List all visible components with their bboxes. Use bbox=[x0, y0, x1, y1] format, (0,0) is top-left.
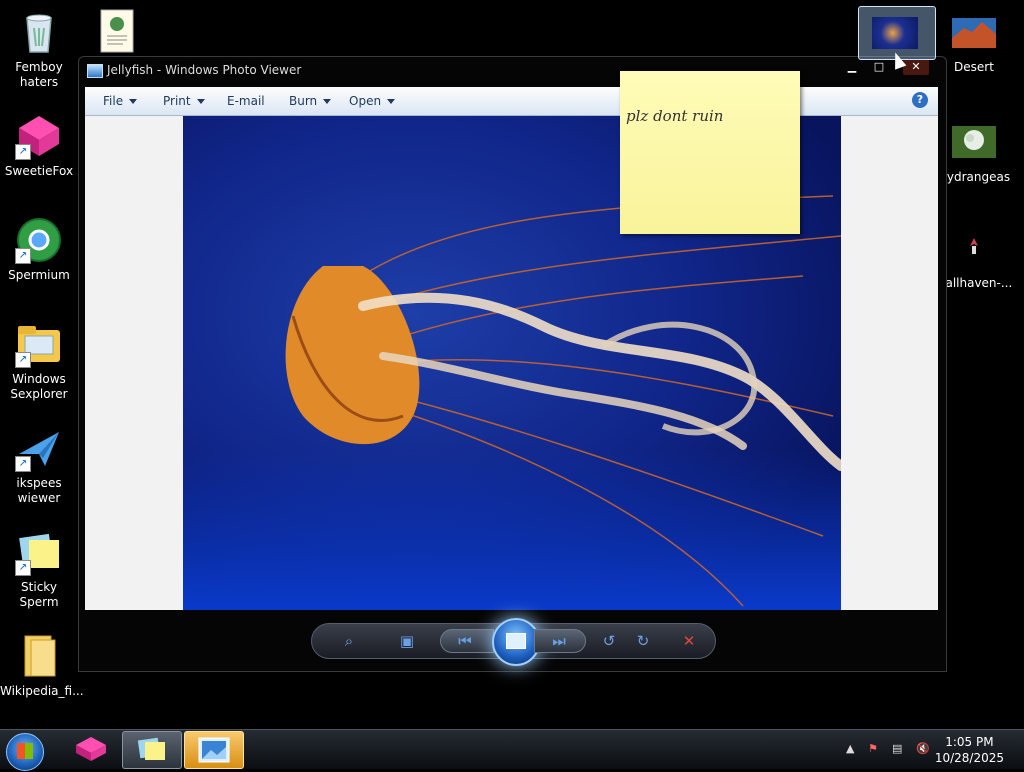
next-icon[interactable]: ⏭ bbox=[548, 630, 570, 652]
sweetiefox-app-icon: ↗ bbox=[15, 112, 63, 160]
image-file-icon bbox=[950, 224, 998, 272]
desktop-icon-spermium[interactable]: ↗ Spermium bbox=[0, 216, 78, 283]
rotate-left-icon[interactable]: ↺ bbox=[598, 630, 620, 652]
minimize-button[interactable]: ▁ bbox=[839, 59, 865, 75]
desktop-icon-sweetiefox[interactable]: ↗ SweetieFox bbox=[0, 112, 78, 179]
photo-viewer-icon bbox=[87, 64, 103, 78]
desktop-icon-label: SweetieFox bbox=[4, 164, 74, 178]
shortcut-arrow-icon: ↗ bbox=[15, 248, 31, 264]
menu-open-label: Open bbox=[349, 94, 382, 108]
document-icon bbox=[93, 8, 141, 56]
recycle-bin-icon bbox=[15, 8, 63, 56]
desktop-icon-label: Femboy haters bbox=[15, 60, 63, 89]
image-file-icon bbox=[950, 118, 998, 166]
sticky-notes-icon: ↗ bbox=[15, 528, 63, 576]
browser-icon: ↗ bbox=[15, 216, 63, 264]
menu-print-label: Print bbox=[163, 94, 191, 108]
sweetiefox-app-icon bbox=[76, 737, 106, 761]
menu-open[interactable]: Open bbox=[349, 94, 396, 108]
desktop-icon-label: Spermium bbox=[8, 268, 70, 282]
menu-burn[interactable]: Burn bbox=[289, 94, 332, 108]
desktop-icon-document[interactable] bbox=[78, 8, 156, 60]
taskbar-sweetiefox[interactable] bbox=[62, 731, 120, 767]
photo-viewer-window: Jellyfish - Windows Photo Viewer ▁ □ ✕ F… bbox=[78, 56, 947, 672]
desktop-icon-windows-explorer[interactable]: ↗ Windows Sexplorer bbox=[0, 320, 78, 402]
playback-controls: ⌕ ▣ ⏮ ⏭ ↺ ↻ ✕ bbox=[311, 618, 716, 666]
menu-email[interactable]: E-mail bbox=[227, 94, 265, 108]
shortcut-arrow-icon: ↗ bbox=[15, 456, 31, 472]
menu-burn-label: Burn bbox=[289, 94, 318, 108]
desktop-icon-recycle-bin[interactable]: Femboy haters bbox=[0, 8, 78, 90]
thumbnail-image bbox=[872, 17, 918, 49]
sticky-notes-icon bbox=[137, 737, 165, 760]
desktop-icon-label: ikspees wiewer bbox=[16, 476, 62, 505]
desktop-icon-xps-viewer[interactable]: ↗ ikspees wiewer bbox=[0, 424, 78, 506]
chevron-down-icon bbox=[387, 99, 396, 104]
desktop-icon-label: Sticky Sperm bbox=[19, 580, 59, 609]
menu-bar: File Print E-mail Burn Open ? bbox=[85, 87, 938, 116]
desktop-icon-wikipedia-folder[interactable]: Wikipedia_fi... bbox=[0, 632, 84, 699]
sticky-note-text[interactable]: plz dont ruin bbox=[626, 107, 723, 125]
desktop-icon-label: Windows Sexplorer bbox=[10, 372, 68, 401]
clock-date: 10/28/2025 bbox=[934, 751, 1004, 765]
chevron-down-icon bbox=[129, 99, 138, 104]
window-title: Jellyfish - Windows Photo Viewer bbox=[107, 63, 302, 77]
menu-email-label: E-mail bbox=[227, 94, 265, 108]
menu-print[interactable]: Print bbox=[163, 94, 205, 108]
volume-muted-icon[interactable]: 🔇 bbox=[916, 742, 930, 755]
maximize-button[interactable]: □ bbox=[866, 59, 892, 75]
taskbar: ▲ ⚑ ▤ 🔇 1:05 PM 10/28/2025 bbox=[0, 729, 1024, 771]
previous-icon[interactable]: ⏮ bbox=[454, 630, 476, 652]
desktop-icon-label: Wikipedia_fi... bbox=[0, 684, 84, 698]
shortcut-arrow-icon: ↗ bbox=[15, 144, 31, 160]
windows-logo-icon bbox=[17, 743, 33, 759]
folder-icon bbox=[15, 632, 63, 680]
actual-size-icon[interactable]: ▣ bbox=[396, 630, 418, 652]
clock[interactable]: 1:05 PM 10/28/2025 bbox=[935, 734, 1004, 766]
shortcut-arrow-icon: ↗ bbox=[15, 352, 31, 368]
menu-file-label: File bbox=[103, 94, 124, 108]
sticky-note[interactable]: plz dont ruin bbox=[620, 71, 800, 234]
rotate-right-icon[interactable]: ↻ bbox=[632, 630, 654, 652]
slideshow-button[interactable] bbox=[492, 618, 540, 666]
title-bar[interactable]: Jellyfish - Windows Photo Viewer bbox=[79, 57, 946, 85]
desktop-icon-sticky-notes[interactable]: ↗ Sticky Sperm bbox=[0, 528, 78, 610]
chevron-down-icon bbox=[323, 99, 332, 104]
show-hidden-icons-icon[interactable]: ▲ bbox=[846, 742, 854, 755]
chevron-down-icon bbox=[196, 99, 205, 104]
shortcut-arrow-icon: ↗ bbox=[15, 560, 31, 576]
slideshow-icon bbox=[506, 633, 526, 649]
image-file-icon bbox=[950, 8, 998, 56]
photo-viewer-icon bbox=[198, 737, 230, 763]
delete-icon[interactable]: ✕ bbox=[678, 630, 700, 652]
help-icon[interactable]: ? bbox=[912, 92, 928, 108]
network-icon[interactable]: ▤ bbox=[892, 742, 902, 755]
xps-viewer-icon: ↗ bbox=[15, 424, 63, 472]
close-button[interactable]: ✕ bbox=[903, 59, 929, 75]
folder-explorer-icon: ↗ bbox=[15, 320, 63, 368]
clock-time: 1:05 PM bbox=[945, 735, 994, 749]
menu-file[interactable]: File bbox=[103, 94, 138, 108]
taskbar-sticky-notes[interactable] bbox=[122, 731, 182, 769]
image-canvas bbox=[85, 116, 938, 610]
action-center-icon[interactable]: ⚑ bbox=[868, 742, 878, 755]
start-button[interactable] bbox=[6, 733, 44, 771]
zoom-icon[interactable]: ⌕ bbox=[338, 630, 360, 652]
taskbar-photo-viewer[interactable] bbox=[184, 731, 244, 769]
